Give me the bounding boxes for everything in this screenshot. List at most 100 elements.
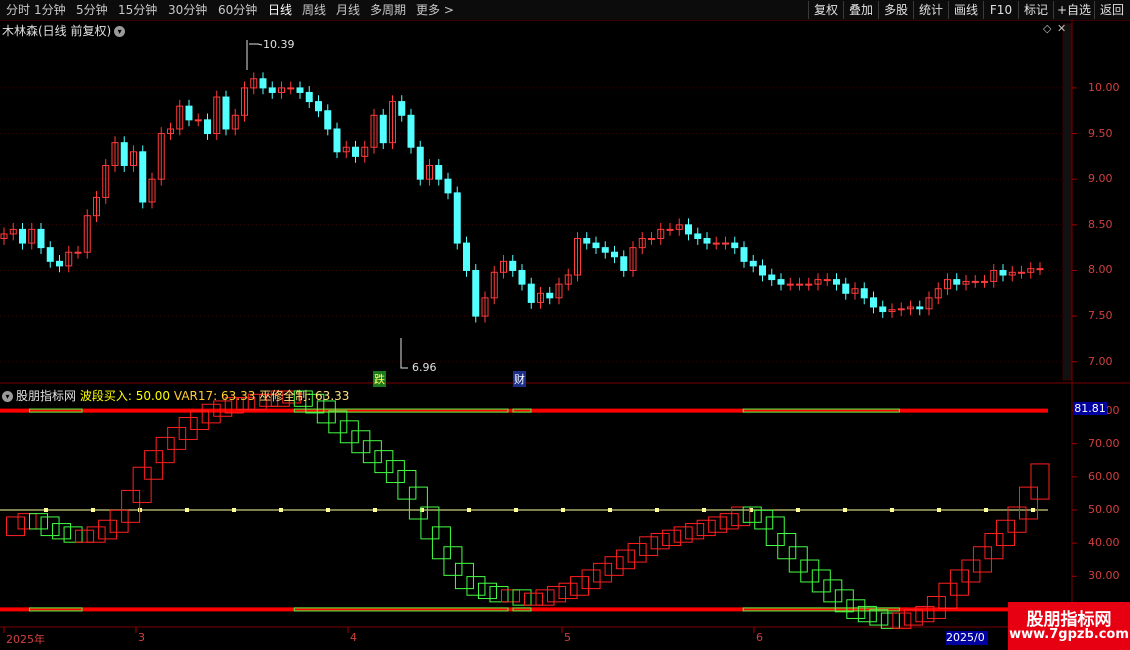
- candle: [518, 269, 526, 285]
- oscillator-box: [604, 556, 624, 576]
- candle: [407, 114, 415, 148]
- candle: [398, 101, 406, 116]
- oscillator-box: [811, 569, 831, 593]
- low-price-label: 6.96: [412, 361, 437, 374]
- candle: [768, 274, 776, 281]
- oscillator-box: [673, 526, 693, 543]
- oscillator-box: [75, 529, 95, 543]
- candle: [740, 247, 748, 262]
- candle: [648, 238, 655, 241]
- candle: [315, 101, 322, 112]
- candle: [333, 128, 341, 153]
- oscillator-box: [29, 513, 49, 530]
- high-price-label: 10.39: [263, 38, 295, 51]
- time-axis-label: 4: [350, 631, 357, 644]
- time-axis-label: 3: [138, 631, 145, 644]
- candle: [453, 192, 461, 244]
- candle: [296, 87, 304, 93]
- candle: [786, 283, 794, 286]
- candle: [953, 279, 961, 285]
- oscillator-box: [443, 546, 463, 576]
- oscillator-box: [650, 533, 670, 550]
- close-icon[interactable]: ✕: [1057, 22, 1066, 35]
- watermark-line2: www.7gpzb.com: [1009, 627, 1129, 642]
- oscillator-box: [477, 582, 497, 600]
- oscillator-box: [98, 519, 118, 540]
- mid-line-marker: [843, 508, 847, 512]
- price-axis-label: 9.00: [1088, 172, 1113, 186]
- indicator-title[interactable]: ▾ 股朋指标网 波段买入: 50.00 VAR17: 63.33 巫修全制: 63…: [2, 387, 349, 404]
- mid-line-marker: [232, 508, 236, 512]
- oscillator-box: [132, 466, 152, 503]
- oscillator-box: [639, 536, 659, 556]
- oscillator-box: [201, 403, 221, 424]
- oscillator-box: [547, 586, 567, 603]
- candle: [379, 114, 387, 144]
- candle: [287, 87, 295, 90]
- diamond-icon[interactable]: ◇: [1043, 22, 1051, 35]
- candle: [879, 306, 887, 313]
- time-axis-label: 2025年: [6, 633, 45, 646]
- candle: [444, 178, 452, 194]
- oscillator-box: [1018, 486, 1038, 520]
- oscillator-box: [593, 562, 613, 583]
- mid-line-marker: [890, 508, 894, 512]
- mid-line-marker: [937, 508, 941, 512]
- cursor-date: 2025/0: [946, 631, 988, 645]
- price-axis-label: 8.50: [1088, 217, 1113, 231]
- candle: [222, 96, 230, 130]
- price-axis-label: 10.00: [1088, 80, 1120, 94]
- oscillator-box: [581, 569, 601, 590]
- event-flag-finance[interactable]: 财: [513, 371, 526, 387]
- candle: [37, 228, 45, 249]
- oscillator-box: [627, 542, 647, 563]
- oscillator-box: [144, 450, 164, 480]
- oscillator-box: [500, 589, 520, 603]
- oscillator-box: [17, 513, 37, 530]
- oscillator-box: [903, 609, 923, 626]
- candle: [19, 228, 26, 244]
- candle: [870, 297, 877, 308]
- oscillator-box: [616, 549, 636, 570]
- oscillator-box: [708, 516, 728, 533]
- chart-canvas[interactable]: [0, 0, 1130, 650]
- oscillator-box: [949, 569, 969, 596]
- oscillator-box: [1030, 463, 1050, 500]
- indicator-line3: 巫修全制: 63.33: [259, 389, 350, 403]
- mid-line-marker: [984, 508, 988, 512]
- oscillator-box: [777, 533, 797, 560]
- indicator-axis-label: 60.00: [1088, 469, 1120, 483]
- candle: [352, 146, 359, 157]
- mid-line-marker: [796, 508, 800, 512]
- candle: [435, 164, 443, 180]
- oscillator-box: [408, 486, 428, 520]
- candle: [204, 119, 211, 135]
- oscillator-box: [489, 586, 509, 603]
- stock-name: 木林森(日线 前复权): [2, 24, 112, 38]
- event-flag-drop[interactable]: 跌: [373, 371, 386, 387]
- oscillator-box: [374, 450, 394, 474]
- oscillator-box: [121, 489, 141, 523]
- oscillator-box: [696, 519, 716, 537]
- oscillator-box: [570, 576, 590, 596]
- candle: [897, 308, 905, 311]
- price-axis-label: 8.00: [1088, 263, 1113, 277]
- candle: [685, 224, 692, 235]
- time-axis-label: 5: [564, 631, 571, 644]
- candle: [120, 142, 128, 166]
- candle: [842, 283, 850, 294]
- oscillator-box: [938, 582, 958, 609]
- chevron-down-icon[interactable]: ▾: [2, 391, 13, 402]
- oscillator-box: [961, 559, 981, 583]
- mid-line-marker: [561, 508, 565, 512]
- oscillator-box: [995, 519, 1015, 547]
- candle: [981, 280, 988, 283]
- oscillator-box: [52, 523, 72, 540]
- mid-line-marker: [279, 508, 283, 512]
- chevron-down-icon[interactable]: ▾: [114, 26, 126, 37]
- vertical-scrollbar: [1062, 23, 1072, 381]
- chart-title[interactable]: 木林森(日线 前复权) ▾: [2, 22, 126, 39]
- candle: [46, 247, 54, 262]
- candle: [583, 238, 591, 244]
- oscillator-box: [6, 516, 26, 537]
